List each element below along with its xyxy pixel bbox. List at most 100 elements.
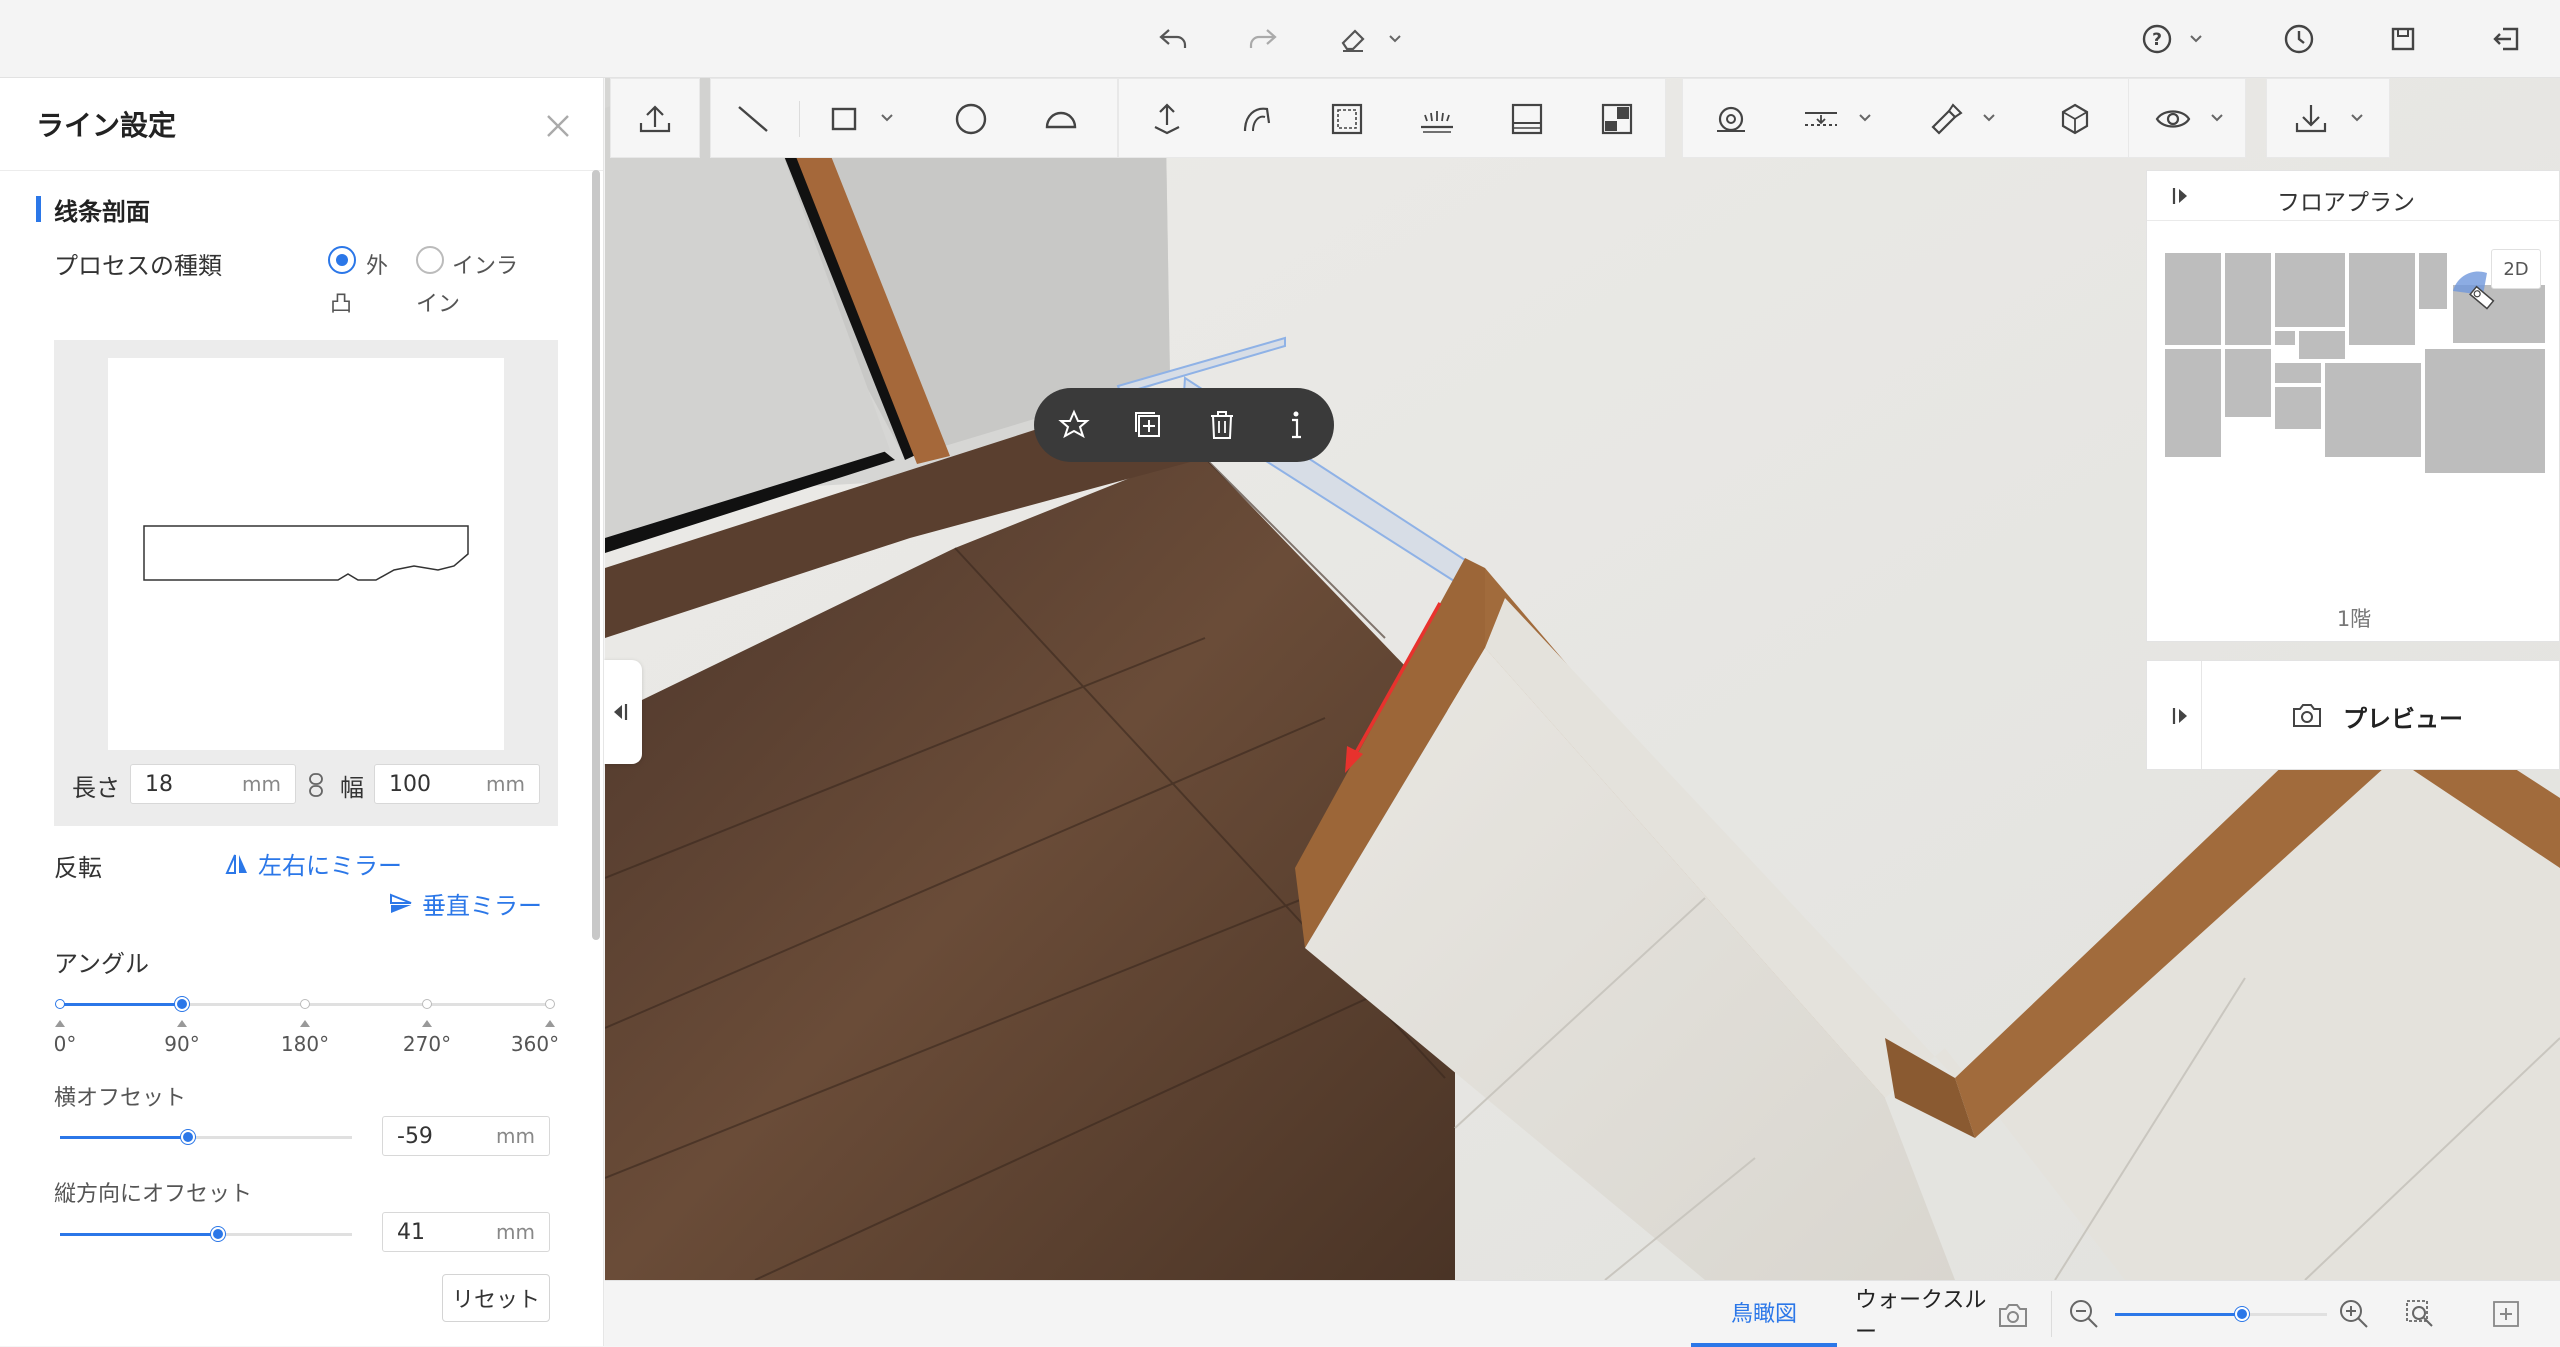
toolbar-upload-group xyxy=(610,78,700,158)
camera-icon[interactable] xyxy=(2289,697,2325,733)
width-input[interactable]: 100 mm xyxy=(374,764,540,804)
horizontal-offset-fill xyxy=(60,1136,188,1139)
mirror-vertical-label: 垂直ミラー xyxy=(422,892,542,920)
chevron-down-icon[interactable] xyxy=(877,107,897,127)
link-icon[interactable] xyxy=(306,772,326,798)
angle-slider-handle[interactable] xyxy=(175,997,189,1011)
mirror-vertical-button[interactable]: 垂直ミラー xyxy=(388,886,542,921)
option-outer-label[interactable]: 外 xyxy=(366,248,388,280)
undo-icon[interactable] xyxy=(1152,18,1194,60)
angle-tick-label: 180° xyxy=(280,1032,330,1056)
info-icon[interactable] xyxy=(1276,405,1316,445)
duplicate-icon[interactable] xyxy=(1128,405,1168,445)
floorplan-header: フロアプラン xyxy=(2147,171,2560,221)
trash-icon[interactable] xyxy=(1202,405,1242,445)
profile-canvas[interactable] xyxy=(108,358,504,750)
profile-preview-box: 長さ 18 mm 幅 100 mm xyxy=(54,340,558,826)
zoom-in-icon[interactable] xyxy=(2335,1295,2373,1333)
download-icon[interactable] xyxy=(2289,97,2333,141)
panel-icon[interactable] xyxy=(1505,97,1549,141)
profile-shape xyxy=(143,525,469,581)
measure-tape-icon[interactable] xyxy=(1709,97,1753,141)
arc-tool-icon[interactable] xyxy=(1039,97,1083,141)
star-icon[interactable] xyxy=(1054,405,1094,445)
fullscreen-icon[interactable] xyxy=(2487,1295,2525,1333)
align-icon[interactable] xyxy=(1799,97,1843,141)
toolbar-download-group xyxy=(2266,78,2390,158)
eraser-icon[interactable] xyxy=(1332,18,1374,60)
chevron-down-icon[interactable] xyxy=(2347,107,2367,127)
rectangle-tool-icon[interactable] xyxy=(823,97,867,141)
toolbar-view-group xyxy=(1682,78,2130,158)
tab-walkthrough[interactable]: ウォークスルー xyxy=(1855,1281,2005,1347)
angle-stop[interactable] xyxy=(545,999,555,1009)
preview-button-label[interactable]: プレビュー xyxy=(2343,699,2463,734)
help-icon[interactable]: ? xyxy=(2136,18,2178,60)
extrude-icon[interactable] xyxy=(1145,97,1189,141)
floorplan-panel: フロアプラン 2D 1階 xyxy=(2146,170,2560,642)
horizontal-offset-input[interactable]: -59 mm xyxy=(382,1116,550,1156)
camera-settings-icon[interactable] xyxy=(1995,1297,2031,1333)
close-icon[interactable] xyxy=(540,108,576,144)
flip-label: 反転 xyxy=(54,854,102,882)
floorplan-minimap[interactable] xyxy=(2163,251,2547,501)
view-2d-toggle[interactable]: 2D xyxy=(2491,249,2541,289)
radio-outer[interactable] xyxy=(328,246,356,274)
chevron-down-icon[interactable] xyxy=(1979,107,1999,127)
frame-icon[interactable] xyxy=(1325,97,1369,141)
layout-icon[interactable] xyxy=(1595,97,1639,141)
vertical-offset-input[interactable]: 41 mm xyxy=(382,1212,550,1252)
zoom-out-icon[interactable] xyxy=(2065,1295,2103,1333)
angle-stop[interactable] xyxy=(55,999,65,1009)
vertical-offset-fill xyxy=(60,1233,218,1236)
save-icon[interactable] xyxy=(2382,18,2424,60)
radio-inline[interactable] xyxy=(416,246,444,274)
zoom-slider-handle[interactable] xyxy=(2235,1307,2249,1321)
option-outer-label-line2[interactable]: 凸 xyxy=(330,286,352,318)
floor-level-label[interactable]: 1階 xyxy=(2147,603,2560,633)
toolbar-visibility-group xyxy=(2128,78,2246,158)
paint-brush-icon[interactable] xyxy=(1923,97,1967,141)
horizontal-offset-handle[interactable] xyxy=(181,1130,195,1144)
preview-panel: プレビュー xyxy=(2146,660,2560,770)
length-input[interactable]: 18 mm xyxy=(130,764,296,804)
floorplan-title: フロアプラン xyxy=(2277,190,2415,216)
expand-panel-icon[interactable] xyxy=(2169,704,2193,728)
sweep-icon[interactable] xyxy=(1235,97,1279,141)
tab-birdseye[interactable]: 鳥瞰図 xyxy=(1691,1281,1837,1347)
angle-tick-label: 270° xyxy=(402,1032,452,1056)
angle-stop[interactable] xyxy=(422,999,432,1009)
scrollbar[interactable] xyxy=(592,170,600,940)
divider xyxy=(0,170,603,171)
line-settings-panel: ライン設定 线条剖面 プロセスの種類 外 凸 インラ イン 長さ 18 mm 幅 … xyxy=(0,78,604,1346)
chevron-down-icon[interactable] xyxy=(2186,28,2206,48)
option-inline-label-line2[interactable]: イン xyxy=(416,286,460,318)
cube-icon[interactable] xyxy=(2053,97,2097,141)
angle-stop[interactable] xyxy=(300,999,310,1009)
redo-icon[interactable] xyxy=(1242,18,1284,60)
chevron-down-icon[interactable] xyxy=(1855,107,1875,127)
circle-tool-icon[interactable] xyxy=(949,97,993,141)
vertical-offset-label: 縦方向にオフセット xyxy=(54,1182,253,1207)
vertical-offset-handle[interactable] xyxy=(211,1227,225,1241)
horizontal-offset-label: 横オフセット xyxy=(54,1086,187,1111)
chevron-down-icon[interactable] xyxy=(1385,28,1405,48)
mirror-vertical-icon xyxy=(390,893,412,913)
collapse-icon[interactable] xyxy=(608,700,632,724)
divider xyxy=(2201,661,2202,769)
option-inline-label[interactable]: インラ xyxy=(452,248,518,280)
light-strip-icon[interactable] xyxy=(1415,97,1459,141)
history-icon[interactable] xyxy=(2278,18,2320,60)
zoom-slider-fill xyxy=(2115,1313,2243,1316)
chevron-down-icon[interactable] xyxy=(2207,107,2227,127)
reset-button[interactable]: リセット xyxy=(442,1274,550,1322)
exit-icon[interactable] xyxy=(2486,18,2528,60)
toolbar-object-group xyxy=(1118,78,1666,158)
zoom-fit-icon[interactable] xyxy=(2401,1295,2439,1333)
collapse-panel-handle[interactable] xyxy=(600,660,642,764)
mirror-horizontal-button[interactable]: 左右にミラー xyxy=(224,846,402,881)
upload-icon[interactable] xyxy=(633,97,677,141)
expand-panel-icon[interactable] xyxy=(2169,184,2193,208)
eye-icon[interactable] xyxy=(2151,97,2195,141)
line-tool-icon[interactable] xyxy=(731,97,775,141)
